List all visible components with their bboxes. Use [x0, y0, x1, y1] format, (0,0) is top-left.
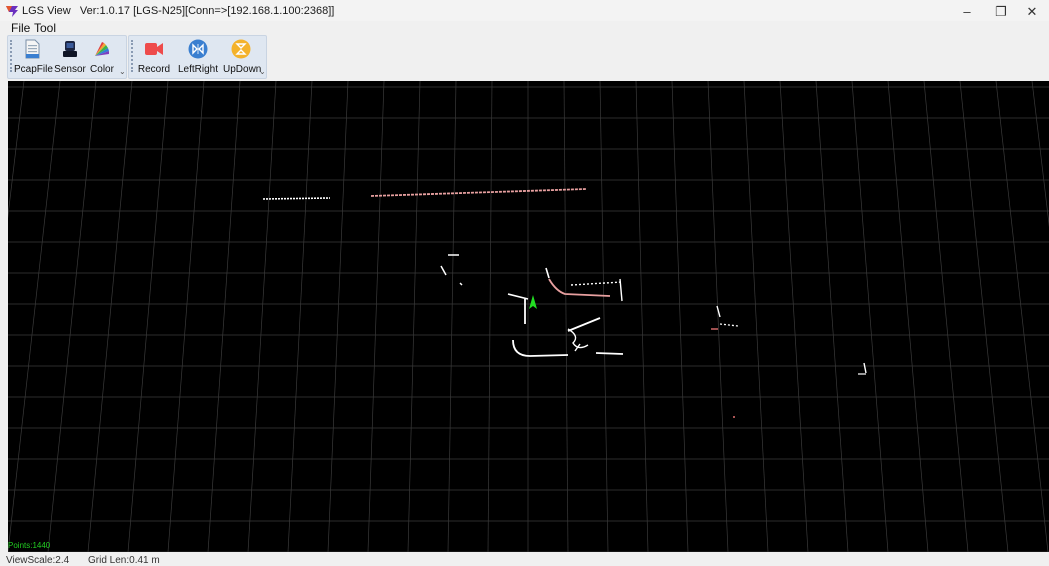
minimize-icon: –	[963, 4, 971, 19]
point-cloud-viewport[interactable]: Points:1440	[8, 81, 1049, 552]
grid-line	[207, 81, 241, 552]
menu-file[interactable]: File	[11, 21, 30, 35]
grid-line	[487, 81, 493, 552]
grid-line	[287, 81, 313, 552]
grid-line	[247, 81, 277, 552]
grid-canvas	[8, 81, 1049, 552]
window-title: LGS View Ver:1.0.17 [LGS-N25][Conn=>[192…	[22, 5, 334, 17]
updown-button[interactable]: UpDown	[223, 38, 262, 76]
color-button[interactable]: Color	[88, 38, 116, 76]
menu-tool[interactable]: Tool	[34, 21, 56, 35]
grid-line	[447, 81, 457, 552]
points-count: Points:1440	[8, 541, 51, 550]
grid-line	[87, 81, 133, 552]
scan-segment	[595, 352, 624, 355]
grid-line	[367, 81, 385, 552]
grid-line	[167, 81, 205, 552]
color-label: Color	[90, 64, 114, 75]
scan-segment	[459, 282, 463, 286]
grid-line	[815, 81, 849, 552]
toolbar-group-file: PcapFile Sensor Color ⌄	[7, 35, 127, 79]
menu-bar: File Tool	[0, 21, 1049, 35]
pcapfile-label: PcapFile	[14, 64, 53, 75]
leftright-button[interactable]: LeftRight	[175, 38, 221, 76]
grid-line	[887, 81, 929, 552]
record-icon	[145, 43, 163, 55]
grid-line	[599, 81, 609, 552]
scan-segment	[507, 293, 529, 300]
flip-vertical-icon	[231, 39, 251, 59]
scan-segment	[548, 278, 611, 297]
grid-line	[127, 81, 169, 552]
scan-segment	[440, 265, 447, 276]
grid-length: Grid Len:0.41 m	[88, 555, 160, 566]
record-label: Record	[137, 64, 171, 75]
grid-line	[923, 81, 969, 552]
scan-segment	[370, 188, 587, 197]
grid-line	[635, 81, 649, 552]
status-bar: ViewScale:2.4 Grid Len:0.41 m	[0, 555, 1049, 566]
close-button[interactable]: ✕	[1015, 2, 1049, 21]
restore-icon: ❐	[995, 3, 1007, 19]
scan-segment	[619, 278, 623, 302]
document-icon	[25, 39, 40, 59]
grid-line	[327, 81, 349, 552]
grid-lines	[8, 81, 1049, 552]
sensor-position-arrow	[529, 295, 537, 309]
scan-segment	[719, 323, 739, 327]
point-cloud	[262, 188, 867, 418]
grid-line	[707, 81, 729, 552]
app-name: LGS View	[22, 5, 71, 17]
scan-segment	[512, 339, 569, 357]
grid-line	[743, 81, 769, 552]
toolbar-group-view: Record LeftRight UpDown ⌄	[128, 35, 267, 79]
sensor-button[interactable]: Sensor	[54, 38, 86, 76]
title-bar: LGS View Ver:1.0.17 [LGS-N25][Conn=>[192…	[0, 0, 1049, 21]
scan-segment	[863, 362, 867, 374]
flip-horizontal-icon	[188, 39, 208, 59]
color-palette-icon	[95, 42, 109, 56]
grid-line	[671, 81, 689, 552]
sensor-icon	[63, 41, 77, 57]
grid-line	[779, 81, 809, 552]
app-logo-icon	[6, 6, 18, 17]
view-scale: ViewScale:2.4	[6, 555, 70, 566]
close-icon: ✕	[1026, 3, 1038, 19]
grid-line	[47, 81, 97, 552]
scan-segment	[570, 281, 623, 286]
grid-line	[563, 81, 569, 552]
connection-info: Ver:1.0.17 [LGS-N25][Conn=>[192.168.1.10…	[79, 5, 335, 17]
pcapfile-button[interactable]: PcapFile	[14, 38, 53, 76]
sensor-label: Sensor	[54, 64, 86, 75]
scan-point	[733, 416, 735, 418]
grid-line	[959, 81, 1009, 552]
restore-button[interactable]: ❐	[984, 2, 1018, 21]
grid-line	[407, 81, 421, 552]
leftright-label: LeftRight	[177, 64, 219, 75]
record-button[interactable]: Record	[135, 38, 173, 76]
toolbar-overflow-icon[interactable]: ⌄	[119, 67, 126, 76]
scan-segment	[262, 197, 331, 200]
scan-segment	[567, 317, 601, 332]
updown-label: UpDown	[223, 64, 262, 75]
toolbar-overflow-icon[interactable]: ⌄	[259, 67, 266, 76]
grid-line	[851, 81, 889, 552]
scan-segment	[567, 328, 589, 349]
minimize-button[interactable]: –	[950, 2, 984, 21]
